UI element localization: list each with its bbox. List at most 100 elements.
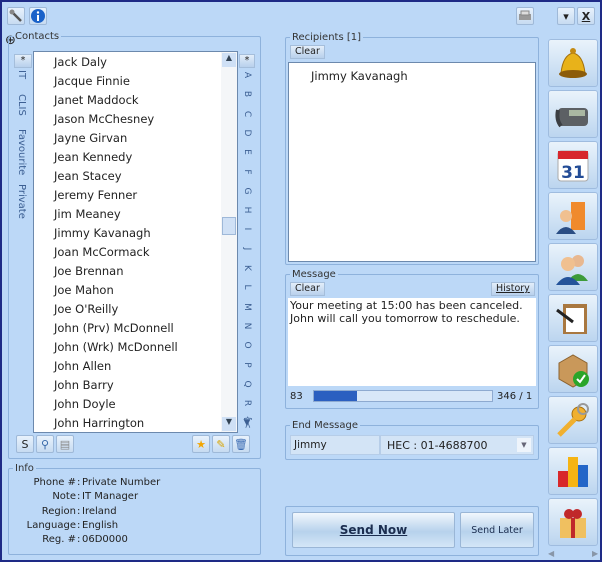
list-item[interactable]: John Doyle bbox=[54, 397, 116, 411]
close-button[interactable]: X bbox=[577, 7, 595, 25]
print-button[interactable] bbox=[516, 7, 534, 25]
recipients-clear-button[interactable]: Clear bbox=[290, 45, 325, 59]
list-item[interactable]: Joe Mahon bbox=[54, 283, 114, 297]
alpha-index-letter[interactable]: E bbox=[242, 145, 252, 159]
alpha-index-letter[interactable]: L bbox=[242, 280, 252, 294]
group-tab-private[interactable]: Private bbox=[16, 184, 27, 219]
send-later-button[interactable]: Send Later bbox=[460, 512, 534, 548]
message-legend: Message bbox=[292, 269, 336, 280]
list-item[interactable]: Jason McChesney bbox=[54, 112, 154, 126]
recipients-legend: Recipients [1] bbox=[292, 32, 362, 43]
pencil-icon: ✎ bbox=[216, 437, 226, 451]
list-item[interactable]: Joe O'Reilly bbox=[54, 302, 118, 316]
package-check-icon[interactable] bbox=[548, 345, 598, 393]
list-item[interactable]: John Harrington bbox=[54, 416, 144, 430]
find-contact-icon: ⚲ bbox=[40, 437, 50, 451]
alpha-index-letter[interactable]: A bbox=[242, 68, 252, 82]
edit-button[interactable]: ✎ bbox=[212, 435, 230, 453]
icon-bar-scroll-right-icon[interactable]: ▶ bbox=[592, 549, 598, 558]
alpha-index-letter[interactable]: O bbox=[242, 338, 252, 352]
char-count: 83 bbox=[290, 391, 303, 402]
end-message-name-field[interactable]: Jimmy bbox=[290, 435, 380, 455]
list-item[interactable]: Jean Stacey bbox=[54, 169, 122, 183]
alpha-index-letter[interactable]: J bbox=[242, 242, 252, 256]
icon-bar-scroll-left-icon[interactable]: ◀ bbox=[548, 549, 554, 558]
print-contacts-button[interactable]: ▤ bbox=[56, 435, 74, 453]
contacts-legend: Contacts bbox=[15, 31, 60, 42]
list-item[interactable]: Jacque Finnie bbox=[54, 74, 130, 88]
wrench-icon[interactable] bbox=[7, 7, 25, 25]
message-counter: 346 / 1 bbox=[497, 391, 533, 402]
list-item[interactable]: Jayne Girvan bbox=[54, 131, 127, 145]
list-item[interactable]: Janet Maddock bbox=[54, 93, 139, 107]
alpha-index-letter[interactable]: N bbox=[242, 319, 252, 333]
group-tab-it[interactable]: IT bbox=[16, 70, 27, 79]
send-now-button[interactable]: Send Now bbox=[292, 512, 455, 548]
alpha-index-letter[interactable]: Q bbox=[242, 377, 252, 391]
alpha-index-letter[interactable]: B bbox=[242, 87, 252, 101]
minimize-button[interactable]: ▾ bbox=[557, 7, 575, 25]
end-message-legend: End Message bbox=[292, 420, 359, 431]
list-item[interactable]: Joe Brennan bbox=[54, 264, 124, 278]
alpha-index-letter[interactable]: K bbox=[242, 261, 252, 275]
favourite-button[interactable]: ★ bbox=[192, 435, 210, 453]
phone-icon[interactable] bbox=[548, 90, 598, 138]
alpha-index-letter[interactable]: H bbox=[242, 203, 252, 217]
message-clear-button[interactable]: Clear bbox=[290, 282, 325, 296]
alpha-index-letter[interactable]: D bbox=[242, 126, 252, 140]
calendar-icon[interactable]: 31 bbox=[548, 141, 598, 189]
recipient-item[interactable]: Jimmy Kavanagh bbox=[311, 69, 408, 83]
alpha-index-letter[interactable]: C bbox=[242, 107, 252, 121]
chevron-down-icon[interactable]: ▼ bbox=[517, 438, 531, 452]
scroll-up-icon[interactable]: ▲ bbox=[222, 53, 236, 67]
info-legend: Info bbox=[15, 463, 34, 474]
svg-text:31: 31 bbox=[561, 163, 585, 183]
find-contact-button[interactable]: ⚲ bbox=[36, 435, 54, 453]
info-icon[interactable] bbox=[29, 7, 47, 25]
bar-chart-icon[interactable] bbox=[548, 447, 598, 495]
app-window: ▾ X ⊕ Contacts * IT CLIS Favourite Priva… bbox=[2, 2, 600, 560]
gift-icon[interactable] bbox=[548, 498, 598, 546]
alpha-index-letter[interactable]: I bbox=[242, 222, 252, 236]
alpha-index-letter[interactable]: F bbox=[242, 165, 252, 179]
list-item[interactable]: John Barry bbox=[54, 378, 114, 392]
list-item[interactable]: Jeremy Fenner bbox=[54, 188, 137, 202]
list-item[interactable]: John (Wrk) McDonnell bbox=[54, 340, 178, 354]
alpha-index-letter[interactable]: G bbox=[242, 184, 252, 198]
alpha-index-letter[interactable]: M bbox=[242, 300, 252, 314]
list-item[interactable]: Jean Kennedy bbox=[54, 150, 132, 164]
trash-icon: 🗑 bbox=[234, 437, 248, 451]
recipients-list[interactable]: Jimmy Kavanagh bbox=[288, 62, 536, 262]
end-message-select[interactable]: HEC : 01-4688700 ▼ bbox=[380, 435, 534, 455]
list-item[interactable]: Jim Meaney bbox=[54, 207, 121, 221]
s-button[interactable]: S bbox=[16, 435, 34, 453]
people-icon[interactable] bbox=[548, 243, 598, 291]
clipboard-icon[interactable] bbox=[548, 294, 598, 342]
group-tab-favourite[interactable]: Favourite bbox=[16, 129, 27, 175]
alpha-index-letter[interactable]: R bbox=[242, 396, 252, 410]
printer-icon: ▤ bbox=[59, 437, 71, 451]
message-progress bbox=[313, 390, 493, 402]
scroll-thumb[interactable] bbox=[222, 217, 236, 235]
list-item[interactable]: Joan McCormack bbox=[54, 245, 150, 259]
list-item[interactable]: John Allen bbox=[54, 359, 111, 373]
company-contacts-icon[interactable] bbox=[548, 192, 598, 240]
alpha-index-all[interactable]: * bbox=[239, 54, 255, 68]
list-item[interactable]: Jimmy Kavanagh bbox=[54, 226, 151, 240]
contacts-list[interactable]: Jack Daly Jacque Finnie Janet Maddock Ja… bbox=[33, 51, 238, 433]
contacts-scrollbar[interactable]: ▲ ▼ bbox=[221, 52, 237, 432]
group-tab-clis[interactable]: CLIS bbox=[16, 94, 27, 116]
delete-button[interactable]: 🗑 bbox=[232, 435, 250, 453]
bell-icon[interactable] bbox=[548, 39, 598, 87]
alpha-index-letter[interactable]: P bbox=[242, 358, 252, 372]
message-progress-fill bbox=[314, 391, 357, 401]
message-textarea[interactable]: Your meeting at 15:00 has been canceled.… bbox=[288, 298, 536, 386]
key-icon[interactable] bbox=[548, 396, 598, 444]
history-button[interactable]: History bbox=[491, 282, 535, 296]
scroll-down-icon[interactable]: ▼ bbox=[222, 417, 236, 431]
alpha-index-down-icon[interactable]: ▼ bbox=[240, 418, 254, 428]
group-tab-all[interactable]: * bbox=[14, 54, 32, 68]
list-item[interactable]: Jack Daly bbox=[54, 55, 107, 69]
list-item[interactable]: John (Prv) McDonnell bbox=[54, 321, 174, 335]
star-icon: ★ bbox=[196, 437, 206, 451]
